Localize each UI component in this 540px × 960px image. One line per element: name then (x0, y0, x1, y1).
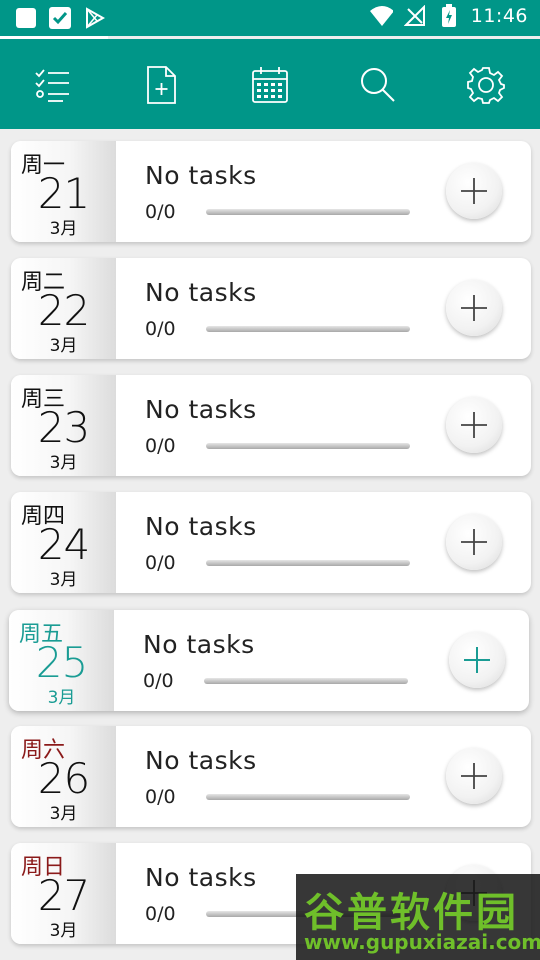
day-number: 26 (37, 754, 90, 803)
day-card[interactable]: 周六 26 3月 No tasks 0/0 (11, 726, 531, 827)
plus-icon (461, 412, 487, 438)
battery-charging-icon (437, 4, 461, 28)
task-count: 0/0 (145, 435, 176, 457)
add-task-button[interactable] (449, 632, 505, 688)
task-status: No tasks (145, 746, 257, 775)
day-card[interactable]: 周四 24 3月 No tasks 0/0 (11, 492, 531, 593)
status-bar: 11:46 (0, 0, 540, 36)
add-task-button[interactable] (446, 163, 502, 219)
new-document-icon (147, 66, 176, 104)
date-block: 周六 26 3月 (11, 726, 116, 827)
search-button[interactable] (354, 61, 402, 109)
day-number: 24 (37, 520, 90, 569)
day-card-today[interactable]: 周五 25 3月 No tasks 0/0 (9, 610, 529, 711)
square-icon (14, 6, 38, 30)
settings-button[interactable] (462, 61, 510, 109)
progress-bar (206, 560, 410, 566)
task-status: No tasks (143, 630, 255, 659)
date-block: 周日 27 3月 (11, 843, 116, 944)
month-label: 3月 (47, 688, 76, 708)
progress-bar (206, 443, 410, 449)
progress-bar (206, 326, 410, 332)
task-status: No tasks (145, 278, 257, 307)
day-number: 25 (35, 638, 88, 687)
day-card[interactable]: 周一 21 3月 No tasks 0/0 (11, 141, 531, 242)
day-card[interactable]: 周三 23 3月 No tasks 0/0 (11, 375, 531, 476)
progress-bar (204, 678, 408, 684)
search-icon (361, 68, 395, 102)
play-store-icon (82, 6, 106, 30)
day-number: 27 (37, 871, 90, 920)
month-label: 3月 (49, 336, 78, 356)
day-card[interactable]: 周二 22 3月 No tasks 0/0 (11, 258, 531, 359)
calendar-icon (252, 67, 288, 103)
plus-icon (461, 295, 487, 321)
task-status: No tasks (145, 863, 257, 892)
plus-icon (464, 647, 490, 673)
task-status: No tasks (145, 161, 257, 190)
month-label: 3月 (49, 453, 78, 473)
checkbox-icon (48, 6, 72, 30)
progress-bar (206, 209, 410, 215)
task-status: No tasks (145, 512, 257, 541)
month-label: 3月 (49, 804, 78, 824)
task-count: 0/0 (145, 318, 176, 340)
day-number: 23 (37, 403, 90, 452)
month-label: 3月 (49, 921, 78, 941)
date-block: 周一 21 3月 (11, 141, 116, 242)
progress-bar (206, 794, 410, 800)
task-count: 0/0 (145, 201, 176, 223)
task-count: 0/0 (143, 670, 174, 692)
toolbar (0, 39, 540, 129)
task-count: 0/0 (145, 552, 176, 574)
no-signal-icon (403, 4, 427, 28)
task-count: 0/0 (145, 786, 176, 808)
task-status: No tasks (145, 395, 257, 424)
add-task-button[interactable] (446, 397, 502, 453)
month-label: 3月 (49, 570, 78, 590)
task-count: 0/0 (145, 903, 176, 925)
clock: 11:46 (470, 5, 528, 27)
day-number: 22 (37, 286, 90, 335)
plus-icon (461, 178, 487, 204)
settings-gear-icon (467, 67, 505, 104)
watermark-url: www.gupuxiazai.com (304, 930, 540, 954)
task-list-icon (35, 69, 69, 102)
date-block: 周五 25 3月 (9, 610, 114, 711)
plus-icon (461, 529, 487, 555)
add-task-button[interactable] (446, 748, 502, 804)
day-number: 21 (37, 169, 90, 218)
new-task-button[interactable] (137, 61, 185, 109)
wifi-icon (369, 4, 393, 28)
date-block: 周二 22 3月 (11, 258, 116, 359)
add-task-button[interactable] (446, 280, 502, 336)
watermark: 谷普软件园 www.gupuxiazai.com (296, 874, 540, 960)
date-block: 周三 23 3月 (11, 375, 116, 476)
calendar-button[interactable] (246, 61, 294, 109)
month-label: 3月 (49, 219, 78, 239)
task-list-button[interactable] (29, 61, 77, 109)
plus-icon (461, 763, 487, 789)
add-task-button[interactable] (446, 514, 502, 570)
date-block: 周四 24 3月 (11, 492, 116, 593)
